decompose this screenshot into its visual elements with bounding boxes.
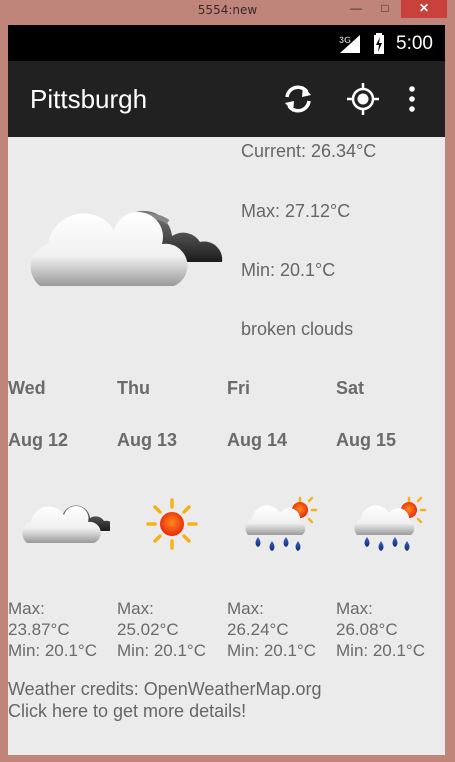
forecast-date: Aug 12 bbox=[8, 430, 69, 450]
svg-text:3G: 3G bbox=[339, 35, 351, 45]
forecast-max-label: Max: bbox=[8, 599, 45, 618]
signal-icon: 3G bbox=[339, 35, 360, 53]
minimize-button[interactable]: — bbox=[343, 0, 369, 18]
forecast-date: Aug 13 bbox=[117, 430, 178, 450]
city-title: Pittsburgh bbox=[30, 84, 148, 114]
broken-clouds-icon bbox=[22, 505, 110, 543]
status-clock: 5:00 bbox=[396, 33, 433, 54]
forecast-max: 23.87°C bbox=[8, 620, 70, 639]
maximize-button[interactable]: □ bbox=[372, 0, 398, 18]
forecast-max: 26.24°C bbox=[227, 620, 289, 639]
current-max: Max: 27.12°C bbox=[241, 201, 351, 221]
forecast-min: Min: 20.1°C bbox=[8, 641, 98, 660]
rain-sun-icon bbox=[354, 496, 427, 551]
overflow-menu-icon[interactable] bbox=[402, 81, 422, 117]
forecast-max-label: Max: bbox=[117, 599, 154, 618]
sun-icon bbox=[146, 498, 198, 550]
forecast-day: Wed bbox=[8, 378, 46, 398]
forecast-date: Aug 15 bbox=[336, 430, 397, 450]
credits-line: Weather credits: OpenWeatherMap.org bbox=[8, 679, 322, 699]
forecast-max: 26.08°C bbox=[336, 620, 398, 639]
current-description: broken clouds bbox=[241, 319, 354, 339]
window-titlebar: 5554:new — □ ✕ bbox=[0, 0, 455, 22]
battery-charging-icon bbox=[374, 33, 384, 54]
close-button[interactable]: ✕ bbox=[401, 0, 447, 18]
current-temp: Current: 26.34°C bbox=[241, 141, 377, 161]
forecast-min: Min: 20.1°C bbox=[227, 641, 317, 660]
current-min: Min: 20.1°C bbox=[241, 260, 336, 280]
forecast-max: 25.02°C bbox=[117, 620, 179, 639]
forecast-date: Aug 14 bbox=[227, 430, 288, 450]
refresh-icon[interactable] bbox=[280, 81, 316, 117]
forecast-day: Sat bbox=[336, 378, 365, 398]
status-bar: 3G 5:00 bbox=[8, 25, 445, 61]
forecast-day: Thu bbox=[117, 378, 150, 398]
forecast-min: Min: 20.1°C bbox=[117, 641, 207, 660]
broken-clouds-icon bbox=[30, 210, 223, 286]
forecast-day: Fri bbox=[227, 378, 251, 398]
rain-sun-icon bbox=[245, 496, 318, 551]
details-link-text: Click here to get more details! bbox=[8, 701, 247, 721]
emulator-screen: 3G 5:00 Pittsburgh Current: 26.34°C Max:… bbox=[8, 25, 445, 755]
my-location-icon[interactable] bbox=[345, 81, 381, 117]
forecast-max-label: Max: bbox=[336, 599, 373, 618]
forecast-min: Min: 20.1°C bbox=[336, 641, 426, 660]
credits-link[interactable]: Weather credits: OpenWeatherMap.org Clic… bbox=[8, 678, 322, 722]
forecast-max-label: Max: bbox=[227, 599, 264, 618]
action-bar: Pittsburgh bbox=[8, 61, 445, 137]
